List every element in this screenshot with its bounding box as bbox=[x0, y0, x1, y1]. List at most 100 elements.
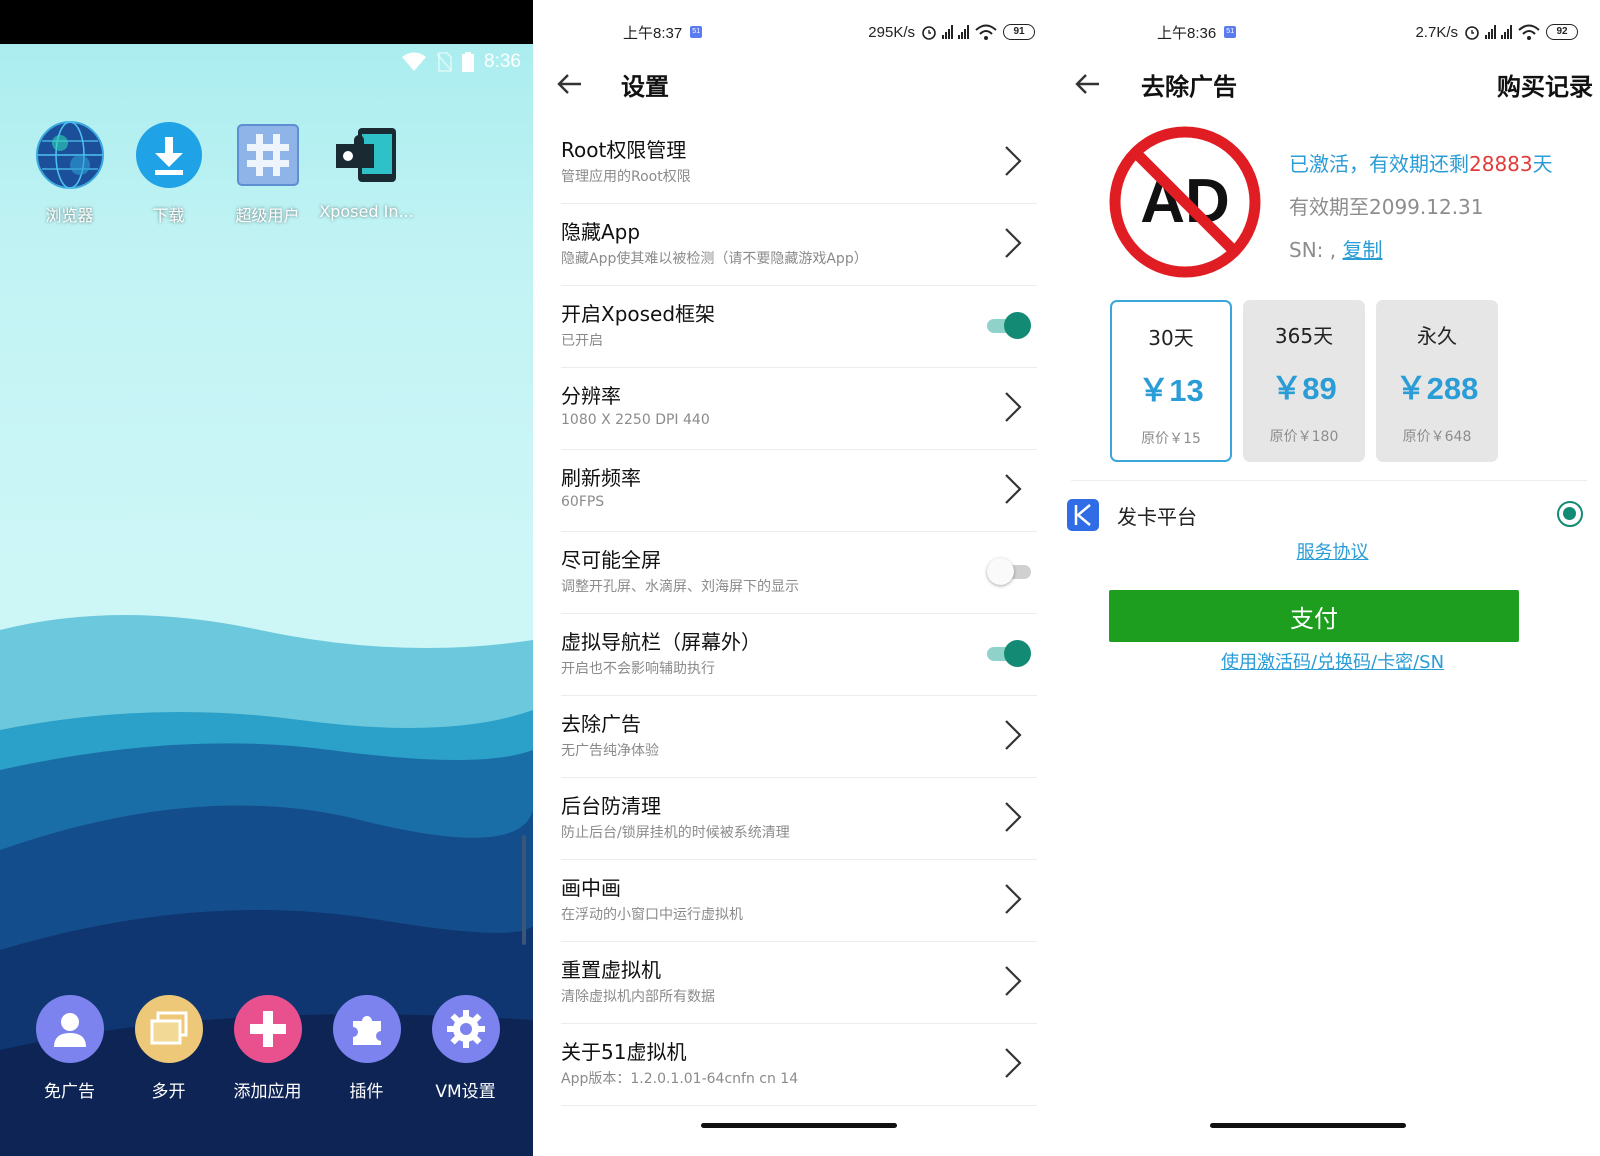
dock-label: 插件 bbox=[349, 1082, 384, 1102]
activation-status: 已激活，有效期还剩28883天 bbox=[1289, 148, 1553, 177]
no-sim-icon bbox=[436, 52, 452, 72]
status-right: 2.7K/s 92 bbox=[1415, 20, 1578, 44]
expiry-date: 有效期至2099.12.31 bbox=[1289, 195, 1484, 219]
app-xposed-installer[interactable]: Xposed In... bbox=[317, 120, 416, 226]
remove-ads-top-bar: 去除广告 购买记录 bbox=[1073, 62, 1593, 106]
plan-original-price: 原价￥180 bbox=[1269, 429, 1339, 445]
home-indicator[interactable] bbox=[701, 1123, 897, 1128]
settings-row[interactable]: 关于51虚拟机 App版本：1.2.0.1.01-64cnfn cn 14 bbox=[561, 1024, 1037, 1106]
plan-price: ￥89 bbox=[1271, 371, 1337, 406]
launcher-status-bar: 8:36 bbox=[402, 48, 521, 76]
chevron-right-icon bbox=[1005, 966, 1022, 996]
settings-row[interactable]: 后台防清理 防止后台/锁屏挂机的时候被系统清理 bbox=[561, 778, 1037, 860]
back-arrow-icon[interactable] bbox=[555, 72, 583, 96]
pay-button[interactable]: 支付 bbox=[1109, 590, 1519, 642]
settings-list: Root权限管理 管理应用的Root权限隐藏App 隐藏App使其难以被检测（请不要… bbox=[561, 122, 1037, 1106]
signal-icon bbox=[958, 25, 969, 39]
dock-item-plugins[interactable]: 插件 bbox=[317, 995, 416, 1102]
signal-icon bbox=[942, 25, 953, 39]
status-time: 上午8:37 bbox=[623, 24, 683, 42]
wifi-icon bbox=[402, 52, 427, 71]
payment-method-radio[interactable] bbox=[1557, 501, 1583, 527]
settings-row[interactable]: 画中画 在浮动的小窗口中运行虚拟机 bbox=[561, 860, 1037, 942]
settings-row-subtitle: App版本：1.2.0.1.01-64cnfn cn 14 bbox=[561, 1071, 799, 1087]
settings-row-title: 刷新频率 bbox=[561, 466, 641, 490]
dock-item-multi-open[interactable]: 多开 bbox=[119, 995, 218, 1102]
copy-sn-link[interactable]: 复制 bbox=[1342, 238, 1382, 262]
notification-icon: 51 bbox=[1224, 26, 1237, 38]
status-time-wrap: 上午8:37 51 bbox=[623, 20, 703, 44]
chevron-right-icon bbox=[1005, 802, 1022, 832]
settings-row-subtitle: 清除虚拟机内部所有数据 bbox=[561, 989, 715, 1005]
settings-top-bar: 设置 bbox=[555, 62, 1055, 106]
wifi-icon bbox=[975, 24, 997, 40]
page-title: 设置 bbox=[621, 72, 669, 101]
plan-name: 永久 bbox=[1417, 324, 1457, 348]
plan-card[interactable]: 365天 ￥89 原价￥180 bbox=[1243, 300, 1365, 462]
settings-row[interactable]: 刷新频率 60FPS bbox=[561, 450, 1037, 532]
settings-row-title: 隐藏App bbox=[561, 220, 641, 244]
settings-row[interactable]: 去除广告无广告纯净体验 bbox=[561, 696, 1037, 778]
settings-row[interactable]: 重置虚拟机清除虚拟机内部所有数据 bbox=[561, 942, 1037, 1024]
settings-row[interactable]: 隐藏App 隐藏App使其难以被检测（请不要隐藏游戏App） bbox=[561, 204, 1037, 286]
settings-row-subtitle: 在浮动的小窗口中运行虚拟机 bbox=[561, 907, 743, 923]
settings-row[interactable]: Root权限管理 管理应用的Root权限 bbox=[561, 122, 1037, 204]
app-browser[interactable]: 浏览器 bbox=[20, 120, 119, 226]
chevron-right-icon bbox=[1005, 720, 1022, 750]
activation-code-link[interactable]: 使用激活码/兑换码/卡密/SN bbox=[1065, 648, 1600, 674]
plan-original-price: 原价￥15 bbox=[1141, 431, 1201, 447]
dock-item-vm-settings[interactable]: VM设置 bbox=[416, 995, 515, 1102]
windows-icon bbox=[134, 995, 203, 1063]
launcher-clock: 8:36 bbox=[484, 51, 521, 72]
settings-row[interactable]: 尽可能全屏 调整开孔屏、水滴屏、刘海屏下的显示 bbox=[561, 532, 1037, 614]
alarm-icon bbox=[1465, 26, 1479, 40]
gear-icon bbox=[431, 995, 500, 1063]
settings-row-title: 去除广告 bbox=[561, 712, 641, 736]
plan-card[interactable]: 30天 ￥13 原价￥15 bbox=[1110, 300, 1232, 462]
payment-method-option[interactable]: 发卡平台 bbox=[1067, 497, 1583, 533]
plan-original-price: 原价￥648 bbox=[1402, 429, 1472, 445]
settings-row-title: 虚拟导航栏（屏幕外） bbox=[561, 630, 761, 654]
home-indicator[interactable] bbox=[1210, 1123, 1406, 1128]
plan-price: ￥13 bbox=[1138, 373, 1204, 408]
plan-name: 365天 bbox=[1274, 324, 1334, 348]
download-icon bbox=[134, 120, 204, 190]
settings-row[interactable]: 分辨率 1080 X 2250 DPI 440 bbox=[561, 368, 1037, 450]
hash-icon bbox=[233, 120, 303, 190]
chevron-right-icon bbox=[1005, 1048, 1022, 1078]
purchase-history-button[interactable]: 购买记录 bbox=[1497, 67, 1593, 102]
puzzle-phone-icon bbox=[332, 120, 402, 190]
app-download[interactable]: 下载 bbox=[119, 120, 218, 226]
settings-row-subtitle: 管理应用的Root权限 bbox=[561, 169, 691, 185]
globe-icon bbox=[35, 120, 105, 190]
settings-row-subtitle: 开启也不会影响辅助执行 bbox=[561, 661, 715, 677]
sn-label: SN: , bbox=[1289, 238, 1337, 262]
dock-item-add-app[interactable]: 添加应用 bbox=[218, 995, 317, 1102]
app-superuser[interactable]: 超级用户 bbox=[218, 120, 317, 226]
dock-label: 多开 bbox=[151, 1082, 186, 1102]
service-agreement-link[interactable]: 服务协议 bbox=[1065, 538, 1600, 564]
toggle-switch[interactable] bbox=[987, 312, 1031, 339]
days-unit: 天 bbox=[1532, 152, 1553, 176]
back-arrow-icon[interactable] bbox=[1073, 72, 1101, 96]
dock-label: 添加应用 bbox=[233, 1082, 302, 1102]
launcher-scrollbar[interactable] bbox=[522, 835, 526, 945]
settings-row[interactable]: 虚拟导航栏（屏幕外） 开启也不会影响辅助执行 bbox=[561, 614, 1037, 696]
app-label: 下载 bbox=[152, 206, 185, 225]
toggle-switch[interactable] bbox=[987, 558, 1031, 585]
payment-method-label: 发卡平台 bbox=[1117, 504, 1197, 529]
launcher-screen: 8:36 浏览器 下载 超级用户 Xposed In... 免广告 多开 添加应… bbox=[0, 0, 533, 1156]
dock-item-no-ads[interactable]: 免广告 bbox=[20, 995, 119, 1102]
app-label: 浏览器 bbox=[45, 206, 94, 225]
chevron-right-icon bbox=[1005, 884, 1022, 914]
settings-row[interactable]: 开启Xposed框架 已开启 bbox=[561, 286, 1037, 368]
settings-row-title: 重置虚拟机 bbox=[561, 958, 661, 982]
settings-row-subtitle: 调整开孔屏、水滴屏、刘海屏下的显示 bbox=[561, 579, 799, 595]
settings-row-subtitle: 60FPS bbox=[561, 494, 605, 510]
net-speed: 2.7K/s bbox=[1415, 23, 1458, 41]
settings-row-title: 后台防清理 bbox=[561, 794, 661, 818]
plan-card[interactable]: 永久 ￥288 原价￥648 bbox=[1376, 300, 1498, 462]
settings-row-subtitle: 无广告纯净体验 bbox=[561, 743, 659, 759]
settings-row-subtitle: 隐藏App使其难以被检测（请不要隐藏游戏App） bbox=[561, 251, 868, 267]
toggle-switch[interactable] bbox=[987, 640, 1031, 667]
